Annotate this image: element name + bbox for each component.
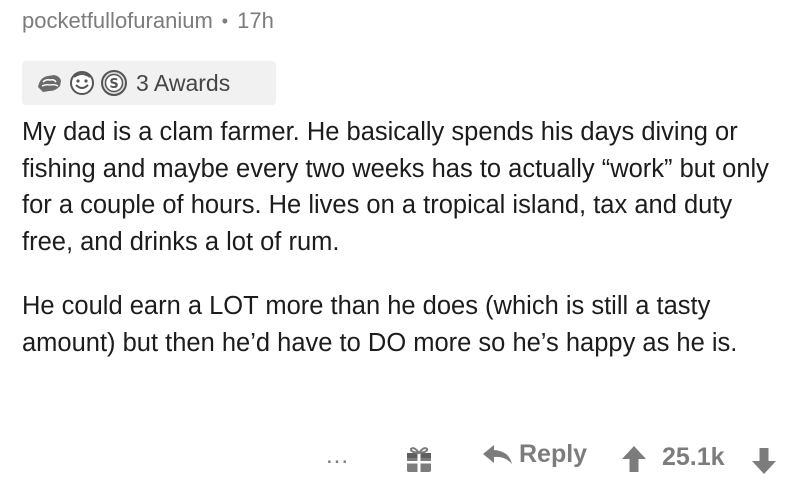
more-options-button[interactable]: ... — [326, 442, 349, 470]
downvote-arrow-icon[interactable] — [750, 446, 778, 476]
awards-bar[interactable]: S 3 Awards — [22, 61, 276, 105]
comment-actions: ... Reply 25.1k — [0, 438, 800, 482]
meta-separator: • — [221, 10, 229, 31]
helpful-award-icon — [34, 67, 66, 99]
svg-text:S: S — [109, 77, 118, 92]
reply-arrow-icon — [483, 444, 512, 464]
reply-label: Reply — [519, 440, 588, 468]
comment-paragraph-1: My dad is a clam farmer. He basically sp… — [22, 118, 769, 256]
comment-body: My dad is a clam farmer. He basically sp… — [22, 114, 782, 361]
wholesome-award-icon — [66, 67, 98, 99]
reply-button[interactable]: Reply — [481, 440, 587, 469]
gift-icon[interactable] — [404, 444, 434, 474]
vote-score: 25.1k — [662, 443, 725, 471]
awards-count: 3 Awards — [136, 69, 231, 96]
comment-age[interactable]: 17h — [237, 8, 274, 34]
username[interactable]: pocketfullofuranium — [22, 8, 213, 34]
comment-header: pocketfullofuranium • 17h — [22, 8, 274, 34]
silver-award-icon: S — [98, 67, 130, 99]
upvote-arrow-icon[interactable] — [620, 444, 648, 474]
comment-paragraph-2: He could earn a LOT more than he does (w… — [22, 292, 738, 357]
